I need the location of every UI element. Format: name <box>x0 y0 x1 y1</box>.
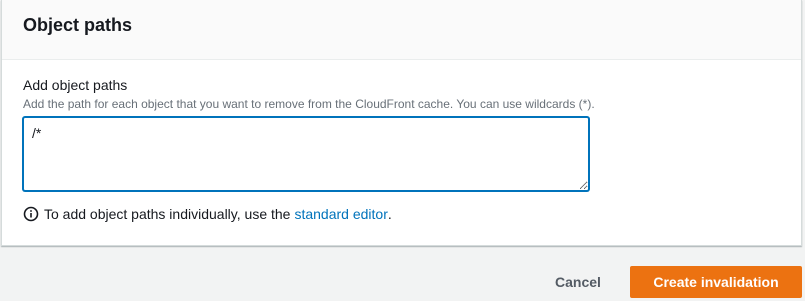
cancel-button[interactable]: Cancel <box>546 266 610 298</box>
panel-header: Object paths <box>2 0 801 60</box>
object-paths-panel: Object paths Add object paths Add the pa… <box>1 0 802 246</box>
create-invalidation-button[interactable]: Create invalidation <box>630 266 802 298</box>
object-paths-textarea[interactable] <box>23 117 589 191</box>
info-message: To add object paths individually, use th… <box>23 205 392 223</box>
add-object-paths-label: Add object paths <box>23 77 128 93</box>
panel-title: Object paths <box>23 15 133 35</box>
add-object-paths-description: Add the path for each object that you wa… <box>23 97 595 111</box>
info-suffix: . <box>387 206 392 222</box>
standard-editor-link[interactable]: standard editor <box>294 205 387 223</box>
info-text: To add object paths individually, use th… <box>44 206 291 222</box>
info-icon <box>23 206 39 222</box>
